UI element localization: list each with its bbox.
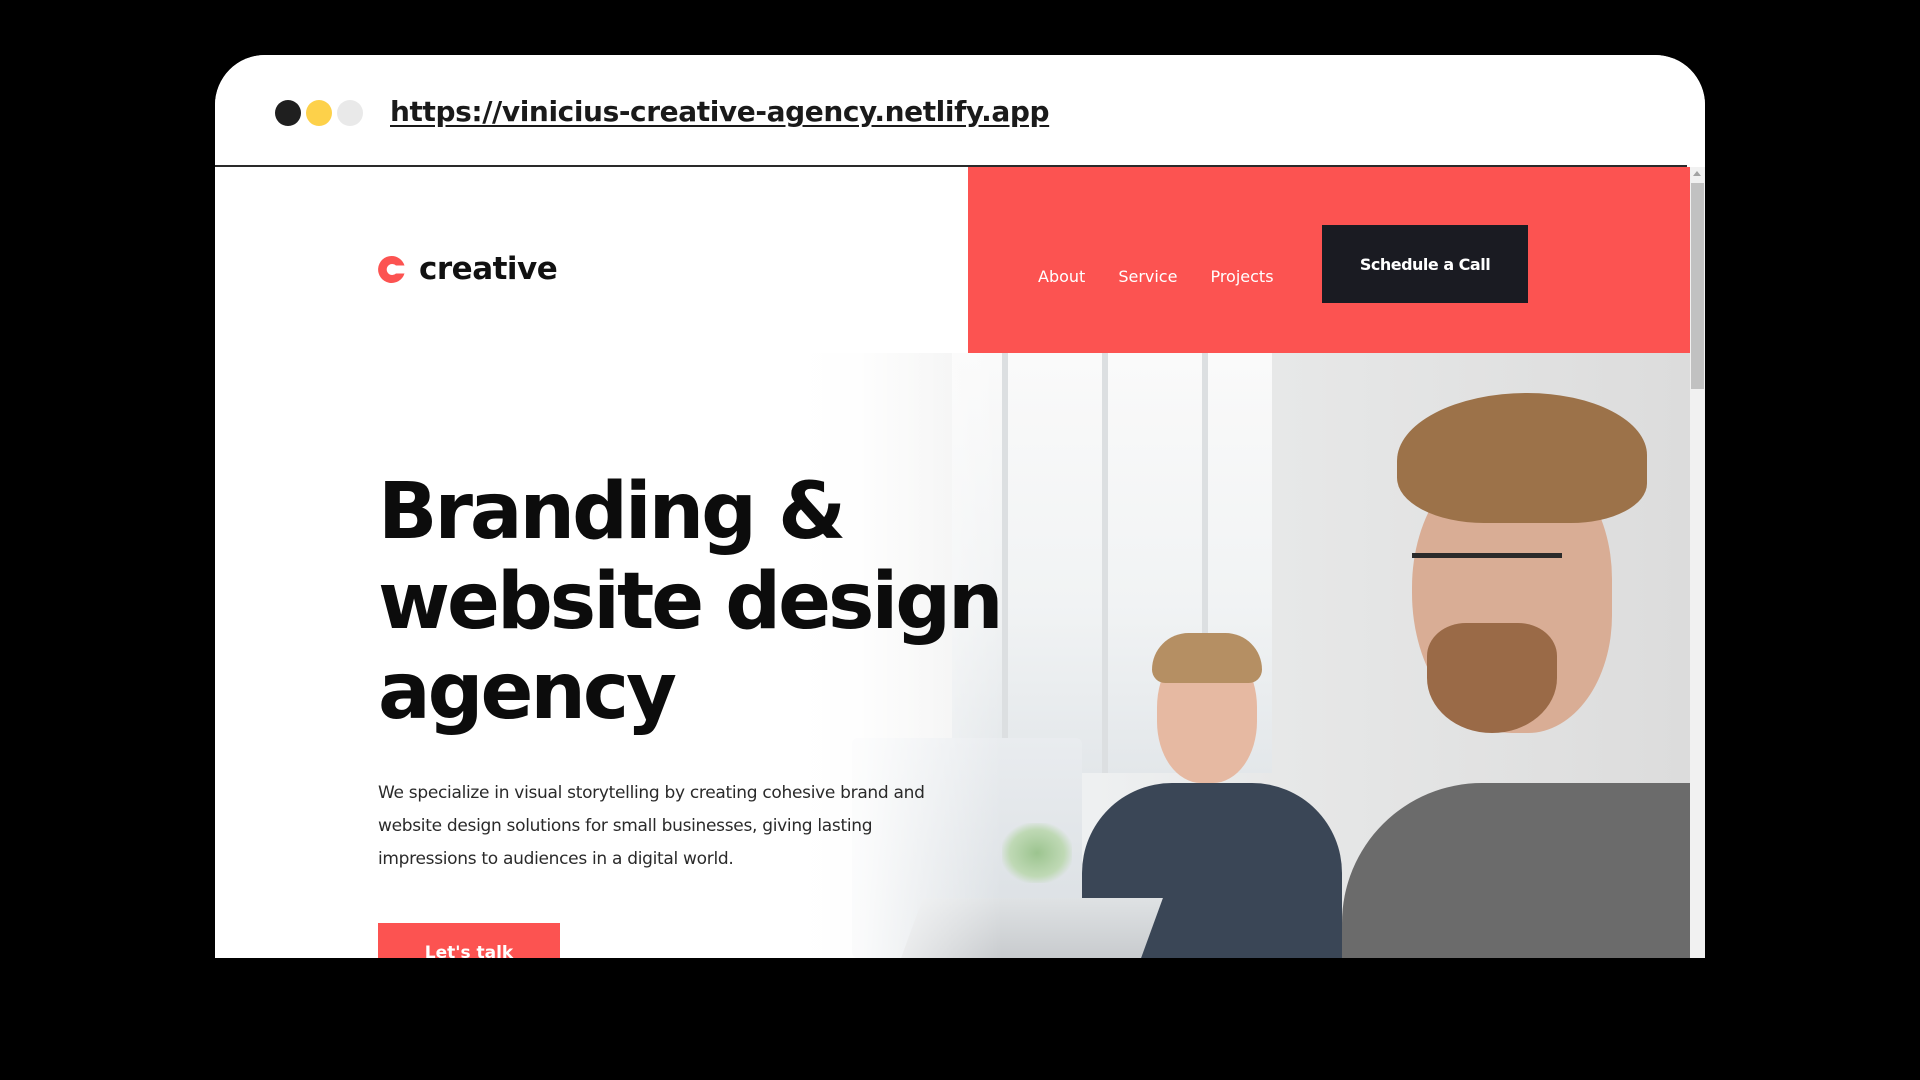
browser-toolbar: https://vinicius-creative-agency.netlify…	[215, 55, 1705, 167]
description-line: website design solutions for small busin…	[378, 816, 873, 836]
nav-link-about[interactable]: About	[1038, 267, 1085, 286]
window-minimize-dot[interactable]	[306, 100, 332, 126]
logo-text: creative	[419, 251, 558, 287]
nav-link-service[interactable]: Service	[1118, 267, 1177, 286]
hero-description: We specialize in visual storytelling by …	[378, 777, 938, 876]
headline-line: Branding &	[378, 467, 846, 557]
main-nav: About Service Projects	[1038, 267, 1274, 286]
description-line: We specialize in visual storytelling by …	[378, 783, 925, 803]
site-logo[interactable]: creative	[378, 251, 558, 287]
headline-line: website design	[378, 557, 1004, 647]
plant-shape	[1002, 823, 1072, 883]
glasses-shape	[1412, 553, 1562, 558]
logo-c-icon	[378, 255, 405, 283]
window-close-dot[interactable]	[275, 100, 301, 126]
foreground-person-hair	[1397, 393, 1647, 523]
window-frame	[1102, 353, 1108, 773]
browser-mockup-frame: https://vinicius-creative-agency.netlify…	[215, 55, 1705, 958]
scrollbar-thumb[interactable]	[1691, 183, 1704, 389]
foreground-person-body	[1342, 783, 1690, 958]
page-viewport: creative About Service Projects Schedule…	[215, 167, 1690, 958]
description-line: impressions to audiences in a digital wo…	[378, 849, 734, 869]
nav-link-projects[interactable]: Projects	[1210, 267, 1273, 286]
vertical-scrollbar[interactable]	[1690, 167, 1705, 958]
window-maximize-dot[interactable]	[337, 100, 363, 126]
background-person-hair	[1152, 633, 1262, 683]
headline-line: agency	[378, 647, 677, 737]
lets-talk-button[interactable]: Let's talk	[378, 923, 560, 958]
scroll-up-arrow-icon[interactable]	[1693, 171, 1701, 176]
schedule-call-button[interactable]: Schedule a Call	[1322, 225, 1528, 303]
hero-headline: Branding & website design agency	[378, 467, 1018, 737]
url-link[interactable]: https://vinicius-creative-agency.netlify…	[390, 95, 1050, 128]
foreground-person-beard	[1427, 623, 1557, 733]
